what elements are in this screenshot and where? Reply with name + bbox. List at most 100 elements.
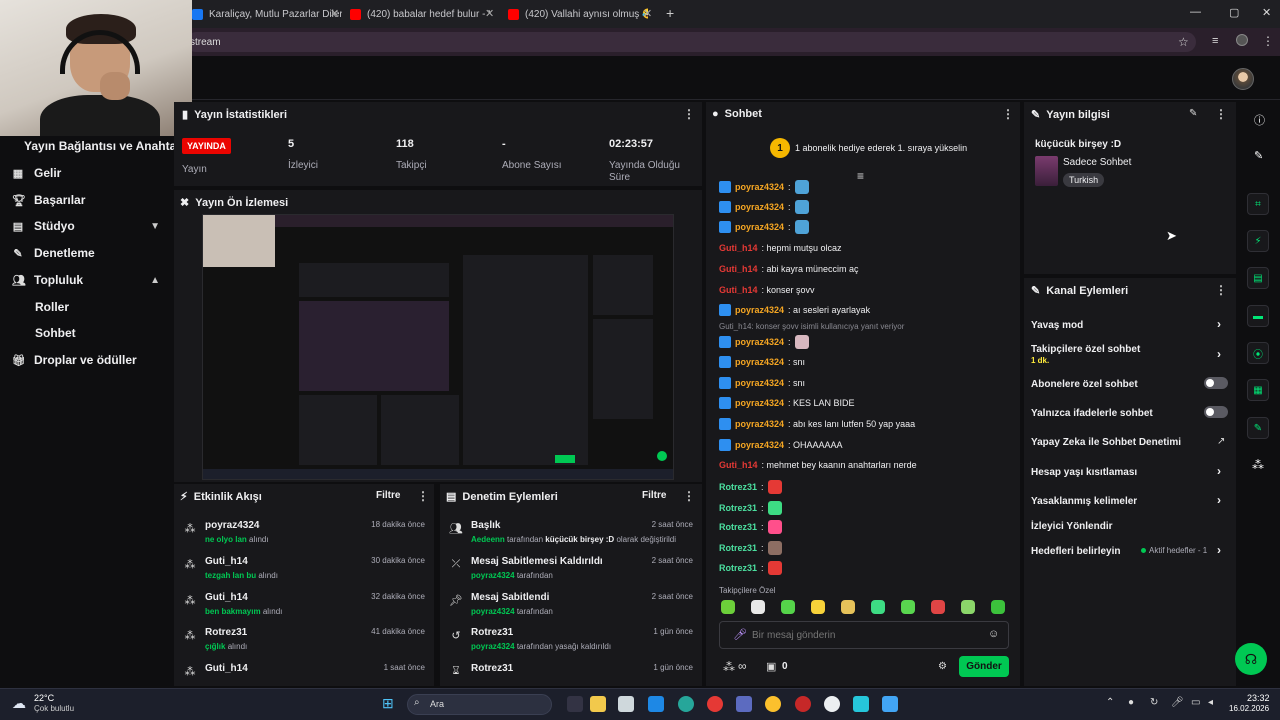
action-account-age[interactable]: Hesap yaşı kısıtlaması xyxy=(1031,467,1137,478)
chat-input[interactable] xyxy=(752,628,972,642)
sidebar-item-studyo[interactable]: ▤ Stüdyo ▼ xyxy=(12,216,162,236)
sidebar-item-droplar[interactable]: 🎁︎ Droplar ve ödüller xyxy=(12,350,162,370)
chat-username[interactable]: Rotrez31 xyxy=(719,482,757,492)
sync-icon[interactable]: ↻ xyxy=(1150,697,1158,708)
chat-message[interactable]: Guti_h14: hepmi mutşu olcaz xyxy=(719,241,842,255)
chat-message[interactable]: Guti_h14: abi kayra müneccim aç xyxy=(719,262,859,276)
taskbar-search[interactable] xyxy=(407,694,552,715)
close-tab-icon[interactable]: ✕ xyxy=(330,7,339,20)
edit-icon[interactable]: ✎ xyxy=(1189,108,1197,119)
chat-message[interactable]: Rotrez31: xyxy=(719,501,782,515)
category-thumbnail[interactable] xyxy=(1035,156,1058,186)
mic-icon[interactable]: 🎤︎ xyxy=(733,628,747,641)
channel-actions-menu-icon[interactable]: ⋮ xyxy=(1215,283,1227,297)
user-avatar[interactable] xyxy=(1232,68,1254,90)
browser-tab-2[interactable]: (420) babalar hedef bulur - You... xyxy=(350,4,490,24)
action-subscribers-only[interactable]: Abonelere özel sohbet xyxy=(1031,379,1138,390)
rail-button-6[interactable]: ▦ xyxy=(1247,379,1269,401)
close-tab-icon[interactable]: ✕ xyxy=(643,7,652,20)
collapse-icon[interactable]: ≡ xyxy=(857,169,864,183)
chat-message[interactable]: poyraz4324: snı xyxy=(719,355,805,369)
maximize-button[interactable]: ▢ xyxy=(1229,6,1239,19)
chat-username[interactable]: poyraz4324 xyxy=(735,398,784,408)
rail-button-7[interactable]: ✎ xyxy=(1247,417,1269,439)
teams-icon[interactable] xyxy=(736,696,752,712)
app-icon[interactable] xyxy=(853,696,869,712)
rail-button-2[interactable]: ⚡︎ xyxy=(1247,230,1269,252)
hype-train-text[interactable]: 1 abonelik hediye ederek 1. sıraya yükse… xyxy=(795,143,967,153)
clock-date[interactable]: 16.02.2026 xyxy=(1229,704,1269,713)
chat-message[interactable]: Rotrez31: xyxy=(719,480,782,494)
chat-message[interactable]: poyraz4324: OHAAAAAA xyxy=(719,438,843,452)
cloud-icon[interactable]: ☁ xyxy=(12,695,26,712)
chat-message[interactable]: poyraz4324: KES LAN BIDE xyxy=(719,396,855,410)
sidebar-title[interactable]: Yayın Bağlantısı ve Anahtarı xyxy=(24,139,184,153)
chat-message[interactable]: poyraz4324: snı xyxy=(719,376,805,390)
activity-row[interactable]: ⁂ Rotrez31 çığlık alındı 41 dakika önce xyxy=(185,627,426,661)
chat-message[interactable]: Guti_h14: mehmet bey kaanın anahtarları … xyxy=(719,458,917,472)
clock-time[interactable]: 23:32 xyxy=(1247,693,1270,703)
chevron-right-icon[interactable]: › xyxy=(1217,493,1221,507)
emote-button[interactable] xyxy=(931,600,945,614)
chat-message[interactable]: poyraz4324: xyxy=(719,200,809,214)
chevron-right-icon[interactable]: › xyxy=(1217,317,1221,331)
url-field[interactable] xyxy=(186,32,1196,52)
sidebar-item-gelir[interactable]: ▦ Gelir xyxy=(12,163,162,183)
new-tab-button[interactable]: + xyxy=(666,5,674,21)
chat-username[interactable]: poyraz4324 xyxy=(735,337,784,347)
chat-username[interactable]: Rotrez31 xyxy=(719,543,757,553)
chat-username[interactable]: Guti_h14 xyxy=(719,264,758,274)
chat-username[interactable]: poyraz4324 xyxy=(735,305,784,315)
file-explorer-icon[interactable] xyxy=(590,696,606,712)
app-icon[interactable] xyxy=(824,696,840,712)
rail-button-3[interactable]: ▤ xyxy=(1247,267,1269,289)
action-blocked-terms[interactable]: Yasaklanmış kelimeler xyxy=(1031,496,1137,507)
emote-icon[interactable]: ☺ xyxy=(988,628,999,640)
emote-button[interactable] xyxy=(811,600,825,614)
emote-button[interactable] xyxy=(991,600,1005,614)
sidebar-item-basarilar[interactable]: 🏆︎ Başarılar xyxy=(12,190,162,210)
emote-button[interactable] xyxy=(871,600,885,614)
close-tab-icon[interactable]: ✕ xyxy=(485,7,494,20)
moderation-row[interactable]: 👥︎ Başlık Aedeenn tarafından küçücük bir… xyxy=(449,520,693,554)
chat-username[interactable]: poyraz4324 xyxy=(735,202,784,212)
emote-button[interactable] xyxy=(751,600,765,614)
store-icon[interactable] xyxy=(618,696,634,712)
stream-info-menu-icon[interactable]: ⋮ xyxy=(1215,107,1227,121)
chat-username[interactable]: poyraz4324 xyxy=(735,440,784,450)
mic-icon[interactable]: 🎤︎ xyxy=(1171,697,1184,708)
action-slow-mode[interactable]: Yavaş mod xyxy=(1031,320,1083,331)
action-raid[interactable]: İzleyici Yönlendir xyxy=(1031,521,1113,532)
windows-start-icon[interactable]: ⊞ xyxy=(382,695,394,712)
chat-username[interactable]: Rotrez31 xyxy=(719,563,757,573)
emote-button[interactable] xyxy=(961,600,975,614)
close-window-button[interactable]: ✕ xyxy=(1262,6,1271,19)
activity-row[interactable]: ⁂ poyraz4324 ne olyo lan alındı 18 dakik… xyxy=(185,520,426,554)
media-icon[interactable] xyxy=(707,696,723,712)
mail-icon[interactable] xyxy=(648,696,664,712)
action-emote-only[interactable]: Yalnızca ifadelerle sohbet xyxy=(1031,408,1153,419)
activity-row[interactable]: ⁂ Guti_h14 1 saat önce xyxy=(185,663,426,683)
chat-menu-icon[interactable]: ⋮ xyxy=(1002,107,1014,121)
browser-tab-1[interactable]: Karaliçay, Mutlu Pazarlar Diler... xyxy=(192,4,342,24)
help-headset-icon[interactable]: ☊ xyxy=(1235,643,1267,675)
moderation-row[interactable]: ⤫ Mesaj Sabitlemesi Kaldırıldı poyraz432… xyxy=(452,556,693,590)
chat-message[interactable]: Rotrez31: xyxy=(719,520,782,534)
task-view-icon[interactable] xyxy=(567,696,583,712)
weather-temp[interactable]: 22°C xyxy=(34,693,54,703)
action-followers-only[interactable]: Takipçilere özel sohbet 1 dk. xyxy=(1031,344,1140,365)
chat-message[interactable]: poyraz4324: aı sesleri ayarlayak xyxy=(719,303,870,317)
chat-message[interactable]: poyraz4324: xyxy=(719,220,809,234)
chevron-up-icon[interactable]: ⌃ xyxy=(1106,697,1114,708)
stats-menu-icon[interactable]: ⋮ xyxy=(683,107,695,121)
stream-preview-video[interactable] xyxy=(202,214,674,480)
chat-username[interactable]: poyraz4324 xyxy=(735,419,784,429)
volume-icon[interactable]: ◂ xyxy=(1208,697,1213,708)
sidebar-subitem-sohbet[interactable]: Sohbet xyxy=(35,326,76,340)
activity-filter-button[interactable]: Filtre xyxy=(376,490,400,501)
chat-settings-icon[interactable]: ⚙ xyxy=(938,661,947,672)
channel-points-icon[interactable]: ⁂ xyxy=(723,660,735,674)
chat-username[interactable]: Rotrez31 xyxy=(719,522,757,532)
chat-username[interactable]: Guti_h14 xyxy=(719,285,758,295)
minimize-button[interactable]: — xyxy=(1190,6,1201,18)
